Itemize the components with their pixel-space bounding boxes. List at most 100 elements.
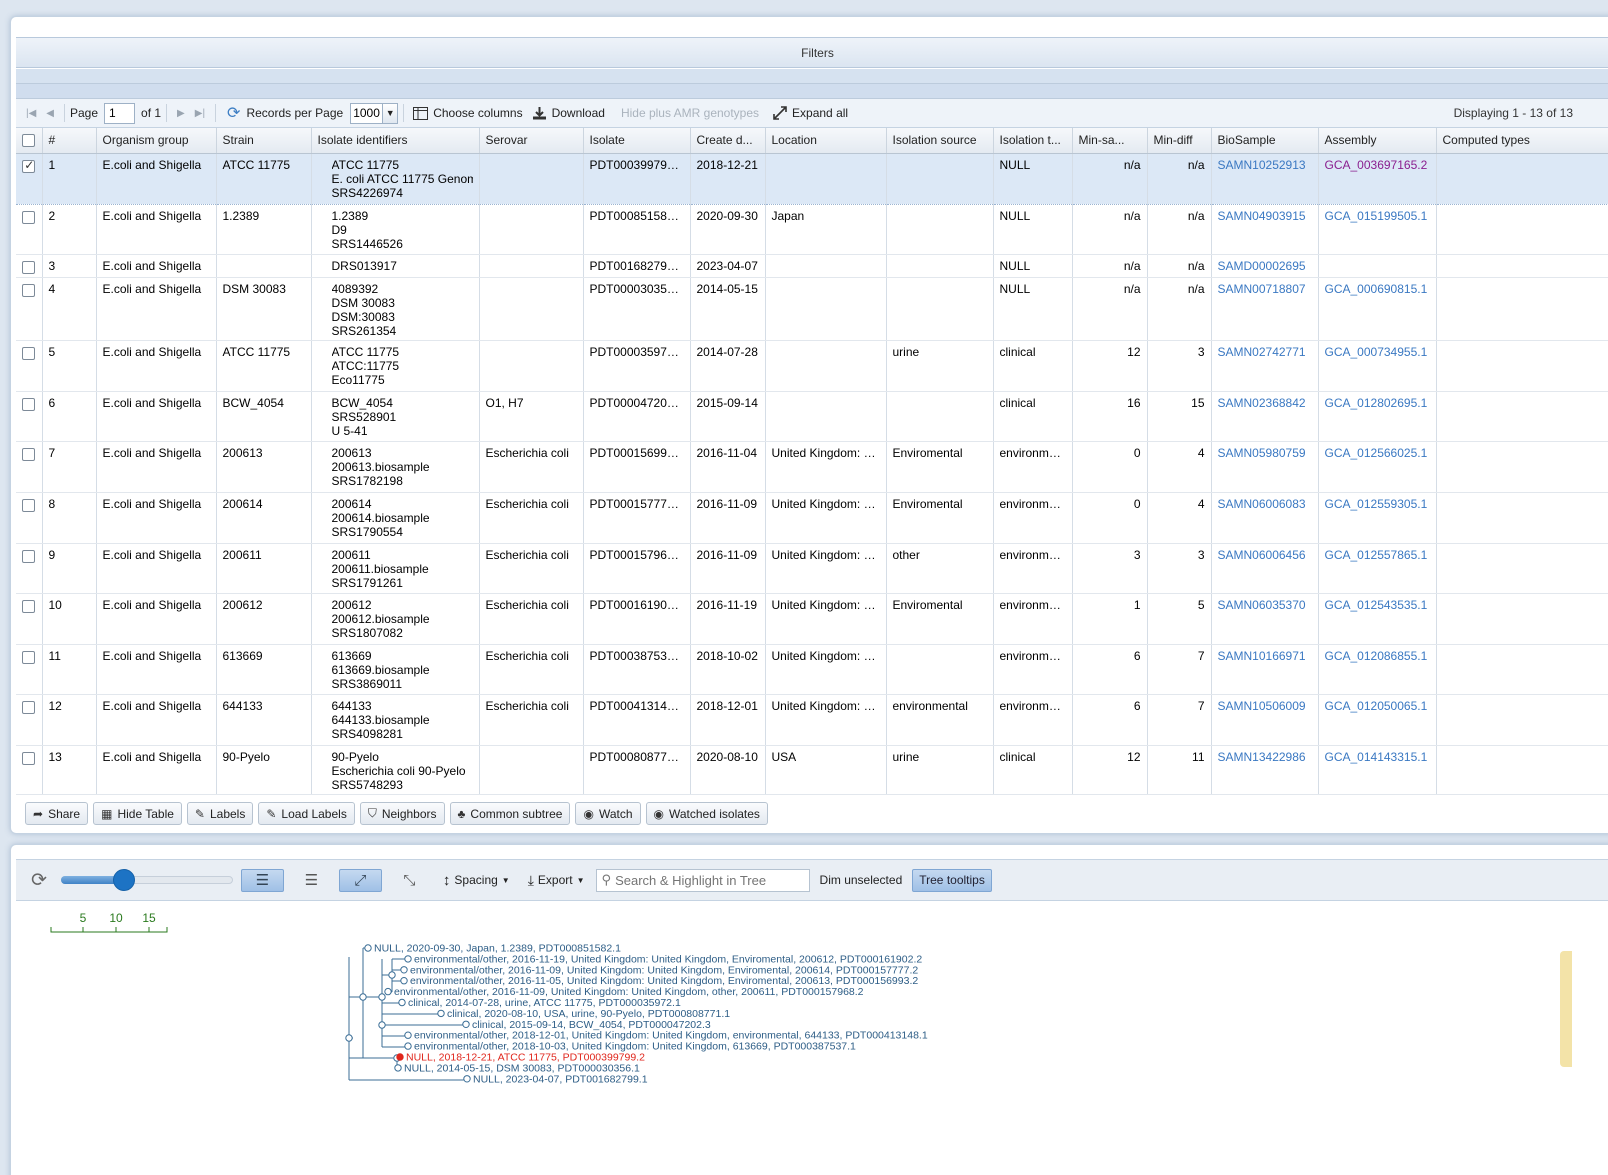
tree-internal-node[interactable] [378, 1021, 386, 1029]
table-row[interactable]: 7 E.coli and Shigella 200613 200613 200613.b… [16, 441, 1608, 493]
choose-columns-button[interactable]: Choose columns [413, 106, 523, 120]
biosample-link-cell[interactable]: SAMN00718807 [1211, 277, 1319, 341]
biosample-link-cell[interactable]: SAMN05980759 [1211, 441, 1319, 493]
tree-internal-node[interactable] [359, 993, 367, 1001]
filters-header[interactable]: Filters [16, 37, 1608, 68]
row-checkbox-cell[interactable] [16, 492, 43, 544]
biosample-link-cell[interactable]: SAMN13422986 [1211, 745, 1319, 795]
table-row[interactable]: 4 E.coli and Shigella DSM 30083 4089392 DSM … [16, 277, 1608, 341]
assembly-link[interactable]: GCA_012566025.1 [1325, 446, 1428, 460]
biosample-link-cell[interactable]: SAMN06006083 [1211, 492, 1319, 544]
biosample-link-cell[interactable]: SAMN06035370 [1211, 593, 1319, 645]
tree-leaf-node[interactable] [404, 1042, 412, 1050]
tree-leaf-node[interactable] [400, 977, 408, 985]
column-header[interactable]: Min-diff [1147, 128, 1212, 154]
biosample-link-cell[interactable]: SAMN04903915 [1211, 204, 1319, 255]
column-header[interactable]: Assembly [1318, 128, 1437, 154]
watched-isolates-button[interactable]: ◉ Watched isolates [645, 802, 768, 825]
assembly-link[interactable]: GCA_012802695.1 [1325, 396, 1428, 410]
row-checkbox[interactable] [22, 498, 36, 512]
column-header[interactable]: Organism group [96, 128, 217, 154]
biosample-link[interactable]: SAMN02368842 [1218, 396, 1306, 410]
biosample-link-cell[interactable]: SAMN06006456 [1211, 543, 1319, 594]
assembly-link[interactable]: GCA_012559305.1 [1325, 497, 1428, 511]
last-page-icon[interactable]: ▶| [195, 108, 205, 119]
row-checkbox-cell[interactable] [16, 277, 43, 341]
biosample-link[interactable]: SAMN10166971 [1218, 649, 1306, 663]
tree-leaf-node[interactable] [404, 1031, 412, 1039]
tree-internal-node[interactable] [345, 1034, 353, 1042]
column-header[interactable]: Isolate [583, 128, 691, 154]
assembly-link-cell[interactable]: GCA_015199505.1 [1318, 204, 1437, 255]
biosample-link[interactable]: SAMN05980759 [1218, 446, 1306, 460]
tree-leaf-node[interactable] [463, 1075, 471, 1083]
tree-internal-node[interactable] [378, 993, 386, 1001]
biosample-link[interactable]: SAMD00002695 [1218, 259, 1306, 273]
biosample-link[interactable]: SAMN13422986 [1218, 750, 1306, 764]
row-checkbox[interactable] [22, 158, 36, 173]
assembly-link-cell[interactable]: GCA_012566025.1 [1318, 441, 1437, 493]
assembly-link-cell[interactable]: GCA_012559305.1 [1318, 492, 1437, 544]
assembly-link-cell[interactable]: GCA_014143315.1 [1318, 745, 1437, 795]
table-row[interactable]: 1E.coli and ShigellaATCC 11775ATCC 11775… [16, 153, 1608, 205]
biosample-link-cell[interactable]: SAMN02742771 [1211, 340, 1319, 392]
row-checkbox[interactable] [22, 397, 36, 411]
tree-leaf-node[interactable] [404, 955, 412, 963]
biosample-link[interactable]: SAMN06006456 [1218, 548, 1306, 562]
row-checkbox[interactable] [22, 260, 36, 274]
table-row[interactable]: 5 E.coli and Shigella ATCC 11775 ATCC 11775… [16, 340, 1608, 392]
tree-leaf-node[interactable] [364, 944, 372, 952]
export-dropdown[interactable]: ⤓ Export ▼ [528, 872, 585, 889]
assembly-link[interactable]: GCA_003697165.2 [1325, 158, 1428, 172]
column-header[interactable]: Serovar [479, 128, 584, 154]
biosample-link[interactable]: SAMN02742771 [1218, 345, 1306, 359]
assembly-link[interactable]: GCA_015199505.1 [1325, 209, 1428, 223]
assembly-link-cell[interactable]: GCA_012543535.1 [1318, 593, 1437, 645]
table-row[interactable]: 2 E.coli and Shigella 1.2389 1.2389 D9 SRS144… [16, 204, 1608, 255]
row-checkbox-cell[interactable] [16, 153, 43, 205]
assembly-link[interactable]: GCA_012086855.1 [1325, 649, 1428, 663]
column-header[interactable]: BioSample [1211, 128, 1319, 154]
row-checkbox-cell[interactable] [16, 340, 43, 392]
row-checkbox-cell[interactable] [16, 694, 43, 746]
share-button[interactable]: ➦ Share [25, 802, 89, 825]
biosample-link-cell[interactable]: SAMD00002695 [1211, 254, 1319, 278]
biosample-link-cell[interactable]: SAMN02368842 [1211, 391, 1319, 442]
column-header[interactable]: Computed types [1436, 128, 1608, 154]
common-subtree-button[interactable]: ♣ Common subtree [449, 802, 571, 825]
row-checkbox[interactable] [22, 650, 36, 664]
hide-table-button[interactable]: ▦ Hide Table [93, 802, 182, 825]
tree-leaf-node[interactable] [437, 1009, 445, 1018]
row-checkbox-cell[interactable] [16, 745, 43, 795]
row-checkbox[interactable] [22, 751, 36, 765]
tree-tooltips-toggle[interactable]: Tree tooltips [912, 868, 992, 892]
assembly-link[interactable]: GCA_000690815.1 [1325, 282, 1428, 296]
spacing-dropdown[interactable]: ↕ Spacing ▼ [443, 872, 510, 889]
biosample-link[interactable]: SAMN10252913 [1218, 158, 1306, 172]
column-header[interactable]: Strain [216, 128, 312, 154]
align-justify-button[interactable]: ☰ [290, 869, 333, 892]
column-header[interactable]: Isolation source [886, 128, 994, 154]
row-checkbox-cell[interactable] [16, 391, 43, 442]
table-row[interactable]: 13 E.coli and Shigella 90-Pyelo 90-Pyelo Esc… [16, 745, 1608, 795]
expand-tree-button[interactable]: ⤢ [338, 868, 382, 892]
assembly-link-cell[interactable]: GCA_000690815.1 [1318, 277, 1437, 341]
table-row[interactable]: 3 E.coli and Shigella DRS013917 PDT00168279… [16, 254, 1608, 278]
align-left-button[interactable]: ☰ [240, 868, 284, 892]
row-checkbox[interactable] [22, 346, 36, 360]
tree-leaf-node[interactable] [396, 1053, 404, 1061]
assembly-link[interactable]: GCA_000734955.1 [1325, 345, 1428, 359]
biosample-link[interactable]: SAMN00718807 [1218, 282, 1306, 296]
assembly-link-cell[interactable]: GCA_003697165.2 [1318, 153, 1437, 205]
dim-unselected-toggle[interactable]: Dim unselected [820, 873, 903, 887]
prev-page-icon[interactable]: ◀ [46, 108, 54, 119]
assembly-link[interactable]: GCA_012543535.1 [1325, 598, 1428, 612]
row-checkbox[interactable] [22, 599, 36, 613]
page-number-input[interactable] [104, 102, 136, 124]
row-checkbox-cell[interactable] [16, 441, 43, 493]
column-header[interactable]: Isolation t... [993, 128, 1073, 154]
row-checkbox[interactable] [22, 700, 36, 714]
row-checkbox[interactable] [22, 210, 36, 224]
row-checkbox-cell[interactable] [16, 644, 43, 695]
collapse-tree-button[interactable]: ⤡ [388, 869, 431, 892]
